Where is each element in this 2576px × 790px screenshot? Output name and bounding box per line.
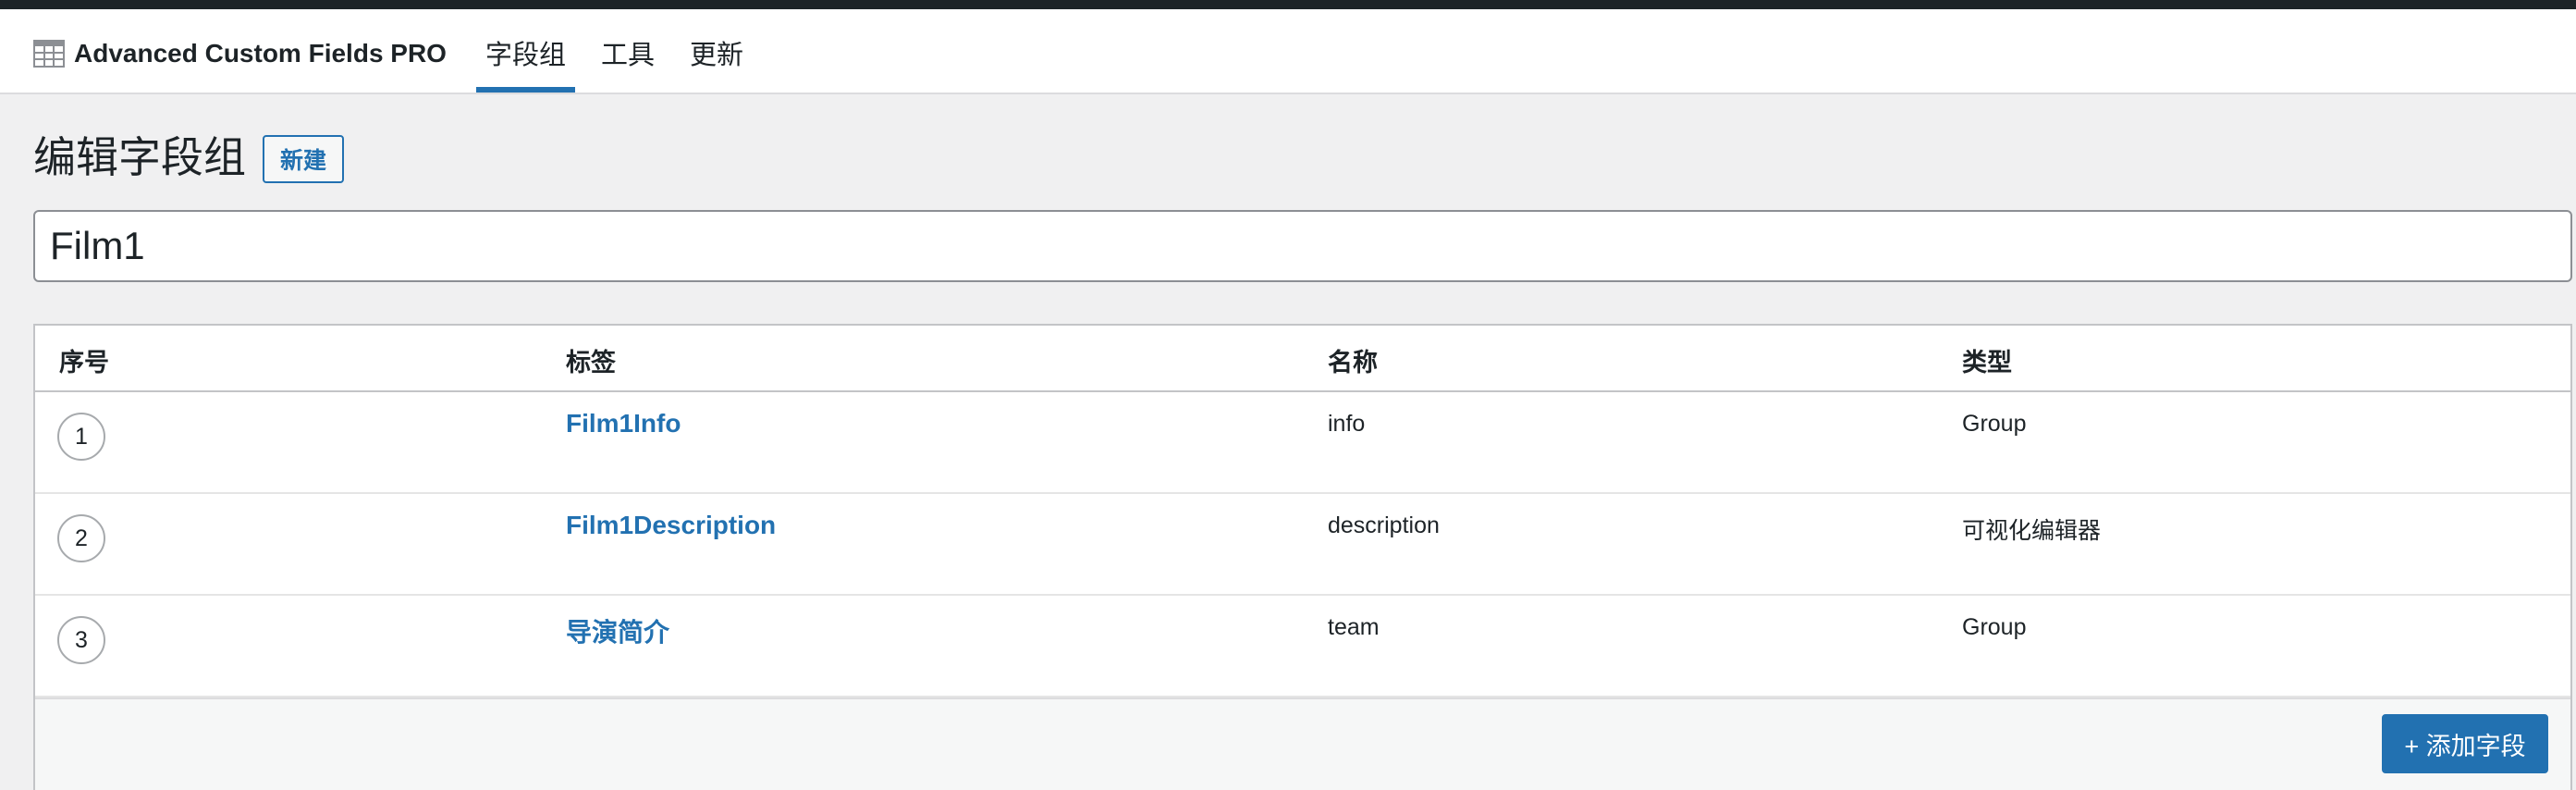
app-logo: Advanced Custom Fields PRO bbox=[33, 35, 447, 72]
field-order-handle[interactable]: 1 bbox=[57, 413, 105, 461]
add-field-button[interactable]: + 添加字段 bbox=[2382, 714, 2548, 773]
app-title: Advanced Custom Fields PRO bbox=[74, 39, 447, 68]
add-new-button[interactable]: 新建 bbox=[263, 135, 344, 183]
field-type: Group bbox=[1962, 411, 2027, 437]
tab-updates[interactable]: 更新 bbox=[681, 33, 753, 93]
field-label-link[interactable]: Film1Description bbox=[566, 511, 776, 540]
field-name: description bbox=[1328, 512, 1440, 538]
fields-panel: 序号 标签 名称 类型 1 Film1Info info Group 2 Fil… bbox=[33, 324, 2572, 790]
field-type: Group bbox=[1962, 614, 2027, 640]
admin-top-bar bbox=[0, 0, 2576, 9]
column-header-name: 名称 bbox=[1328, 349, 1378, 376]
column-header-type: 类型 bbox=[1962, 349, 2012, 376]
acf-header: Advanced Custom Fields PRO 字段组 工具 更新 bbox=[0, 9, 2576, 94]
page-title: 编辑字段组 bbox=[33, 133, 246, 181]
column-header-label: 标签 bbox=[566, 349, 616, 376]
field-type: 可视化编辑器 bbox=[1962, 518, 2102, 544]
field-order-handle[interactable]: 2 bbox=[57, 514, 105, 562]
column-header-order: 序号 bbox=[59, 349, 109, 376]
table-footer: + 添加字段 bbox=[35, 697, 2570, 790]
tab-tools[interactable]: 工具 bbox=[592, 33, 664, 93]
acf-grid-icon bbox=[33, 40, 65, 68]
tab-field-groups[interactable]: 字段组 bbox=[476, 33, 576, 93]
table-header: 序号 标签 名称 类型 bbox=[35, 326, 2570, 392]
field-label-link[interactable]: 导演简介 bbox=[566, 612, 669, 649]
table-row[interactable]: 2 Film1Description description 可视化编辑器 bbox=[35, 494, 2570, 596]
field-group-title-input[interactable] bbox=[33, 210, 2572, 282]
field-label-link[interactable]: Film1Info bbox=[566, 409, 681, 438]
field-order-handle[interactable]: 3 bbox=[57, 616, 105, 664]
field-name: info bbox=[1328, 411, 1366, 437]
field-name: team bbox=[1328, 614, 1380, 640]
table-row[interactable]: 3 导演简介 team Group bbox=[35, 596, 2570, 697]
table-row[interactable]: 1 Film1Info info Group bbox=[35, 392, 2570, 494]
